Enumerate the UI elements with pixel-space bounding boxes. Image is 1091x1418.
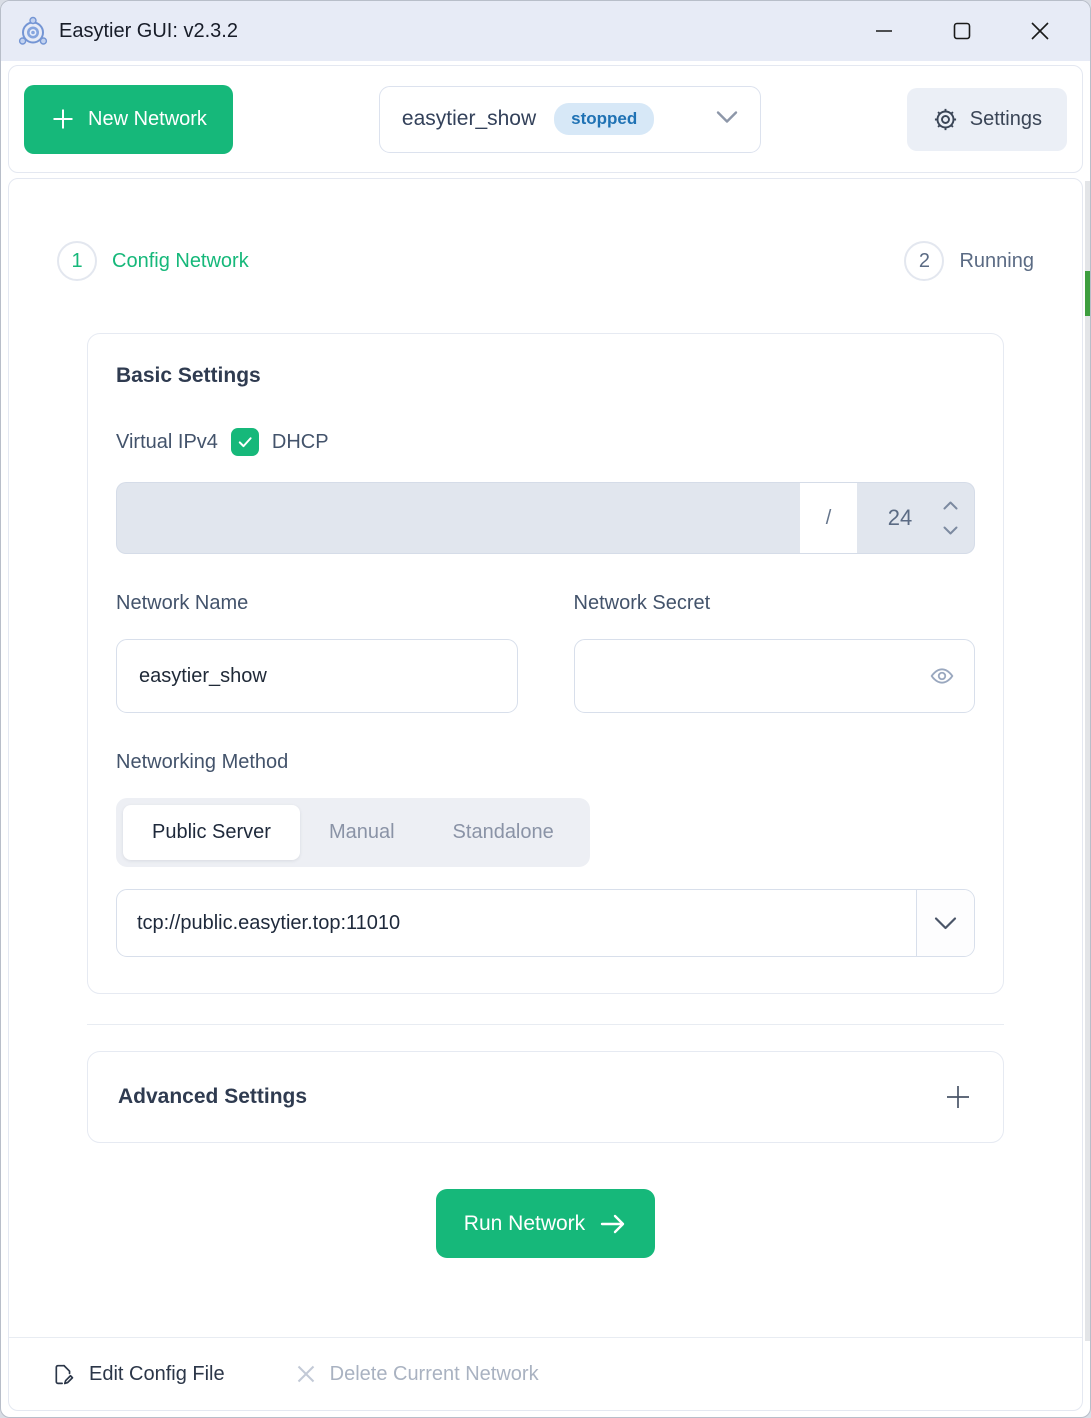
minimize-icon: [873, 20, 895, 42]
advanced-settings-title: Advanced Settings: [118, 1085, 307, 1109]
main-panel: 1 Config Network 2 Running Basic Setting…: [8, 178, 1083, 1411]
maximize-icon: [951, 20, 973, 42]
dhcp-checkbox[interactable]: [231, 428, 259, 456]
step-running[interactable]: 2 Running: [904, 241, 1034, 281]
network-secret-label: Network Secret: [574, 592, 976, 615]
prefix-length-value: 24: [857, 505, 943, 531]
selected-network-name: easytier_show: [402, 107, 536, 131]
app-window: Easytier GUI: v2.3.2 New Network easytie…: [0, 0, 1091, 1418]
edit-config-file-label: Edit Config File: [89, 1363, 225, 1386]
virtual-ipv4-label: Virtual IPv4: [116, 431, 218, 454]
network-secret-input[interactable]: [574, 639, 976, 713]
section-divider: [87, 1024, 1004, 1025]
chevron-down-icon: [716, 110, 738, 129]
networking-method-label: Networking Method: [116, 751, 975, 774]
eye-icon: [929, 663, 955, 689]
run-row: Run Network: [9, 1189, 1082, 1258]
app-logo-icon: [17, 15, 49, 47]
virtual-ip-input[interactable]: [116, 482, 800, 554]
chevron-down-icon: [943, 526, 958, 535]
settings-button[interactable]: Settings: [907, 88, 1067, 151]
tab-standalone[interactable]: Standalone: [424, 805, 583, 860]
run-network-button[interactable]: Run Network: [436, 1189, 655, 1258]
delete-network-label: Delete Current Network: [330, 1363, 539, 1386]
prefix-separator: /: [800, 482, 857, 554]
arrow-right-icon: [599, 1213, 627, 1235]
background-window-fragment: [1085, 271, 1090, 316]
chevron-up-icon: [943, 501, 958, 510]
window-controls: [852, 1, 1090, 61]
tab-public-server[interactable]: Public Server: [123, 805, 300, 860]
footer: Edit Config File Delete Current Network: [9, 1337, 1082, 1410]
x-icon: [295, 1363, 317, 1385]
expand-plus-icon[interactable]: [943, 1082, 973, 1112]
step-1-label: Config Network: [112, 250, 249, 273]
toolbar: New Network easytier_show stopped Settin…: [8, 65, 1083, 173]
close-icon: [1029, 20, 1051, 42]
stepper-arrows: [943, 501, 974, 535]
stepper-down-button[interactable]: [943, 526, 958, 535]
select-chevron-area[interactable]: [916, 890, 974, 956]
network-status-badge: stopped: [554, 103, 654, 135]
delete-network-button[interactable]: Delete Current Network: [295, 1363, 539, 1386]
titlebar: Easytier GUI: v2.3.2: [1, 1, 1090, 61]
step-config-network[interactable]: 1 Config Network: [57, 241, 249, 281]
stepper: 1 Config Network 2 Running: [9, 241, 1082, 281]
advanced-settings-card[interactable]: Advanced Settings: [87, 1051, 1004, 1143]
network-selector[interactable]: easytier_show stopped: [379, 86, 761, 153]
plus-icon: [50, 106, 76, 132]
new-network-label: New Network: [88, 108, 207, 131]
network-secret-wrap: [574, 639, 976, 713]
window-title: Easytier GUI: v2.3.2: [59, 20, 238, 43]
basic-settings-title: Basic Settings: [116, 364, 975, 388]
network-name-label: Network Name: [116, 592, 518, 615]
dhcp-label: DHCP: [272, 431, 329, 454]
stepper-up-button[interactable]: [943, 501, 958, 510]
minimize-button[interactable]: [852, 1, 916, 61]
content-wrap: New Network easytier_show stopped Settin…: [1, 61, 1090, 1417]
public-server-select[interactable]: tcp://public.easytier.top:11010: [116, 889, 975, 957]
background-window-edge: [1085, 181, 1090, 1341]
networking-method-tabs: Public Server Manual Standalone: [116, 798, 590, 867]
chevron-down-icon: [934, 916, 957, 930]
name-secret-labels: Network Name Network Secret: [116, 592, 975, 615]
network-name-input[interactable]: [116, 639, 518, 713]
gear-icon: [932, 106, 959, 133]
basic-settings-card: Basic Settings Virtual IPv4 DHCP / 24: [87, 333, 1004, 994]
step-2-label: Running: [959, 250, 1034, 273]
new-network-button[interactable]: New Network: [24, 85, 233, 154]
public-server-url: tcp://public.easytier.top:11010: [117, 890, 916, 956]
edit-config-file-button[interactable]: Edit Config File: [51, 1362, 225, 1387]
maximize-button[interactable]: [930, 1, 994, 61]
toggle-secret-visibility-button[interactable]: [929, 663, 955, 689]
file-pencil-icon: [51, 1362, 76, 1387]
step-2-circle: 2: [904, 241, 944, 281]
virtual-ip-group: / 24: [116, 482, 975, 554]
run-network-label: Run Network: [464, 1212, 585, 1236]
step-1-circle: 1: [57, 241, 97, 281]
close-button[interactable]: [1008, 1, 1072, 61]
tab-manual[interactable]: Manual: [300, 805, 424, 860]
prefix-length-stepper[interactable]: 24: [857, 482, 975, 554]
name-secret-inputs: [116, 639, 975, 713]
spacer: [9, 1258, 1082, 1337]
virtual-ipv4-row: Virtual IPv4 DHCP: [116, 428, 975, 456]
settings-label: Settings: [970, 108, 1042, 131]
check-icon: [236, 433, 254, 451]
